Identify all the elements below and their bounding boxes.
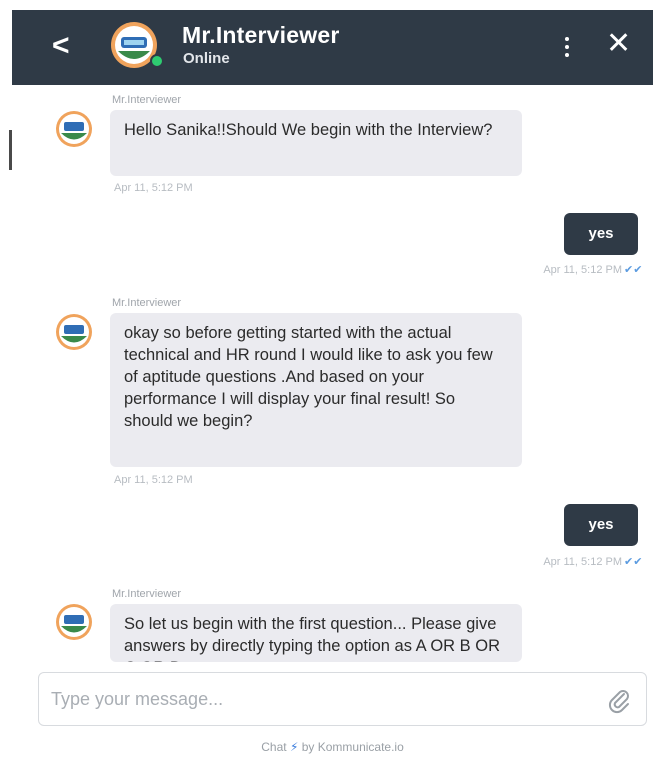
- incoming-message-bubble: okay so before getting started with the …: [110, 313, 522, 467]
- bot-avatar-icon: [56, 314, 92, 350]
- chat-widget: < Mr.Interviewer Online ✕ Mr.Interviewer…: [12, 10, 653, 764]
- close-button[interactable]: ✕: [606, 26, 636, 62]
- message-timestamp: Apr 11, 5:12 PM: [543, 264, 622, 276]
- powered-by-footer: Chat ⚡ by Kommunicate.io: [12, 740, 653, 754]
- bot-avatar-icon: [56, 604, 92, 640]
- back-button[interactable]: <: [52, 28, 80, 64]
- chat-title: Mr.Interviewer: [182, 22, 340, 48]
- bot-avatar-icon: [56, 111, 92, 147]
- message-composer: [38, 672, 647, 726]
- message-timestamp: Apr 11, 5:12 PM: [114, 474, 193, 486]
- message-sender: Mr.Interviewer: [112, 588, 182, 600]
- incoming-message-bubble: So let us begin with the first question.…: [110, 604, 522, 662]
- chat-status: Online: [183, 50, 230, 67]
- read-receipt-icon: ✔✔: [624, 556, 643, 568]
- outgoing-message-bubble: yes: [564, 213, 638, 255]
- message-sender: Mr.Interviewer: [112, 94, 182, 106]
- message-input[interactable]: [51, 683, 591, 715]
- outgoing-message-bubble: yes: [564, 504, 638, 546]
- paperclip-icon[interactable]: [605, 686, 633, 714]
- read-receipt-icon: ✔✔: [624, 264, 643, 276]
- incoming-message-bubble: Hello Sanika!!Should We begin with the I…: [110, 110, 522, 176]
- chat-header: < Mr.Interviewer Online ✕: [12, 10, 653, 85]
- footer-link[interactable]: by Kommunicate.io: [302, 740, 404, 754]
- online-status-dot: [150, 54, 164, 68]
- vertical-dots-icon[interactable]: [558, 32, 576, 62]
- message-timestamp: Apr 11, 5:12 PM: [114, 182, 193, 194]
- footer-prefix: Chat: [261, 740, 287, 754]
- message-sender: Mr.Interviewer: [112, 297, 182, 309]
- lightning-icon: ⚡: [289, 740, 299, 754]
- message-timestamp: Apr 11, 5:12 PM: [543, 556, 622, 568]
- background-window-edge: [0, 10, 12, 764]
